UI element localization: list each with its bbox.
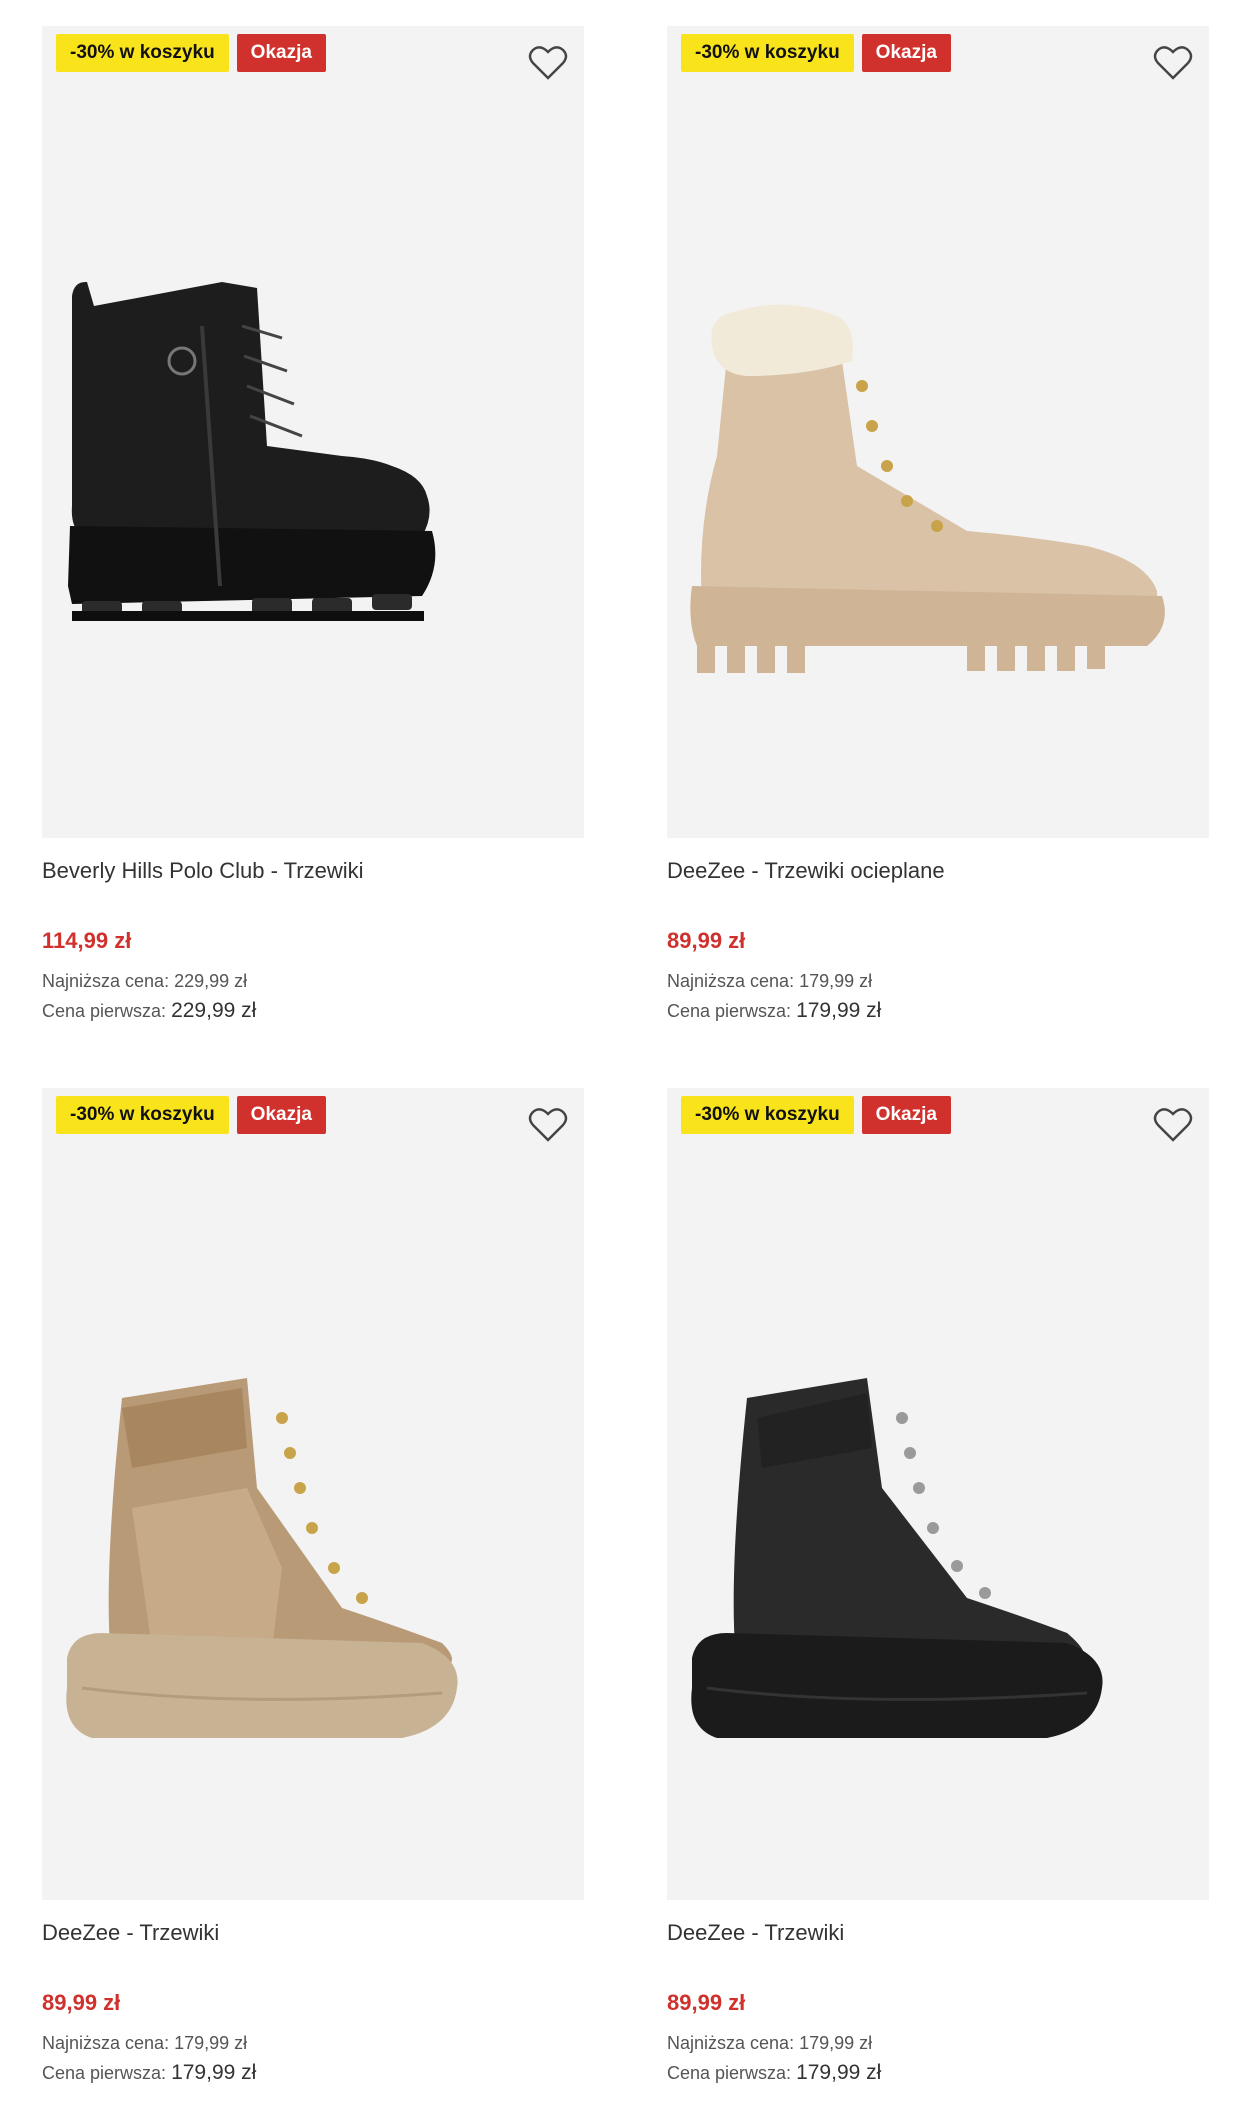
- lowest-price-label: Najniższa cena:: [667, 971, 795, 991]
- heart-icon[interactable]: [528, 1106, 568, 1144]
- black-leather-combat-boot-image: [68, 281, 436, 621]
- first-price-label: Cena pierwsza:: [667, 1001, 792, 1021]
- promo-badge: -30% w koszyku: [681, 1096, 854, 1134]
- deal-badge: Okazja: [861, 34, 951, 72]
- first-price-value: 179,99 zł: [796, 999, 882, 1022]
- product-card[interactable]: -30% w koszyku Okazja DeeZee - Trzewiki …: [667, 26, 1209, 1026]
- beige-fur-lined-boot-image: [690, 304, 1165, 673]
- lowest-price-row: Najniższa cena: 179,99 zł: [42, 2028, 584, 2058]
- lowest-price-value: 179,99 zł: [174, 2033, 248, 2053]
- product-name[interactable]: DeeZee - Trzewiki: [42, 1920, 584, 1952]
- first-price-value: 179,99 zł: [171, 2061, 257, 2084]
- product-image[interactable]: -30% w koszyku Okazja: [42, 1088, 584, 1900]
- first-price-row: Cena pierwsza: 179,99 zł: [667, 996, 1209, 1026]
- lowest-price-value: 229,99 zł: [174, 971, 248, 991]
- heart-icon[interactable]: [528, 44, 568, 82]
- first-price-value: 179,99 zł: [796, 2061, 882, 2084]
- first-price-row: Cena pierwsza: 179,99 zł: [667, 2058, 1209, 2088]
- product-name[interactable]: Beverly Hills Polo Club - Trzewiki: [42, 858, 584, 890]
- product-image[interactable]: -30% w koszyku Okazja: [667, 26, 1209, 838]
- heart-icon[interactable]: [1153, 44, 1193, 82]
- promo-badge: -30% w koszyku: [681, 34, 854, 72]
- product-card[interactable]: -30% w koszyku Okazja DeeZee - Trzewiki …: [42, 1088, 584, 2088]
- tan-hiking-sneaker-boot-image: [66, 1378, 458, 1738]
- product-image[interactable]: -30% w koszyku Okazja: [667, 1088, 1209, 1900]
- lowest-price-label: Najniższa cena:: [42, 971, 170, 991]
- lowest-price-row: Najniższa cena: 229,99 zł: [42, 966, 584, 996]
- product-card[interactable]: -30% w koszyku Okazja Beverly Hills Polo…: [42, 26, 584, 1026]
- deal-badge: Okazja: [236, 34, 326, 72]
- product-image[interactable]: -30% w koszyku Okazja: [42, 26, 584, 838]
- lowest-price-label: Najniższa cena:: [667, 2033, 795, 2053]
- product-price: 89,99 zł: [42, 1990, 121, 2015]
- lowest-price-row: Najniższa cena: 179,99 zł: [667, 2028, 1209, 2058]
- first-price-label: Cena pierwsza:: [667, 2063, 792, 2083]
- product-price: 89,99 zł: [667, 928, 746, 953]
- heart-icon[interactable]: [1153, 1106, 1193, 1144]
- first-price-label: Cena pierwsza:: [42, 2063, 167, 2083]
- first-price-label: Cena pierwsza:: [42, 1001, 167, 1021]
- product-card[interactable]: -30% w koszyku Okazja DeeZee - Trzewiki …: [667, 1088, 1209, 2088]
- lowest-price-row: Najniższa cena: 179,99 zł: [667, 966, 1209, 996]
- promo-badge: -30% w koszyku: [56, 34, 229, 72]
- lowest-price-label: Najniższa cena:: [42, 2033, 170, 2053]
- lowest-price-value: 179,99 zł: [799, 2033, 873, 2053]
- first-price-row: Cena pierwsza: 179,99 zł: [42, 2058, 584, 2088]
- product-price: 89,99 zł: [667, 1990, 746, 2015]
- lowest-price-value: 179,99 zł: [799, 971, 873, 991]
- product-price: 114,99 zł: [42, 928, 132, 953]
- first-price-row: Cena pierwsza: 229,99 zł: [42, 996, 584, 1026]
- black-hiking-sneaker-boot-image: [691, 1378, 1103, 1738]
- promo-badge: -30% w koszyku: [56, 1096, 229, 1134]
- product-name[interactable]: DeeZee - Trzewiki ocieplane: [667, 858, 1209, 890]
- first-price-value: 229,99 zł: [171, 999, 257, 1022]
- product-name[interactable]: DeeZee - Trzewiki: [667, 1920, 1209, 1952]
- deal-badge: Okazja: [236, 1096, 326, 1134]
- deal-badge: Okazja: [861, 1096, 951, 1134]
